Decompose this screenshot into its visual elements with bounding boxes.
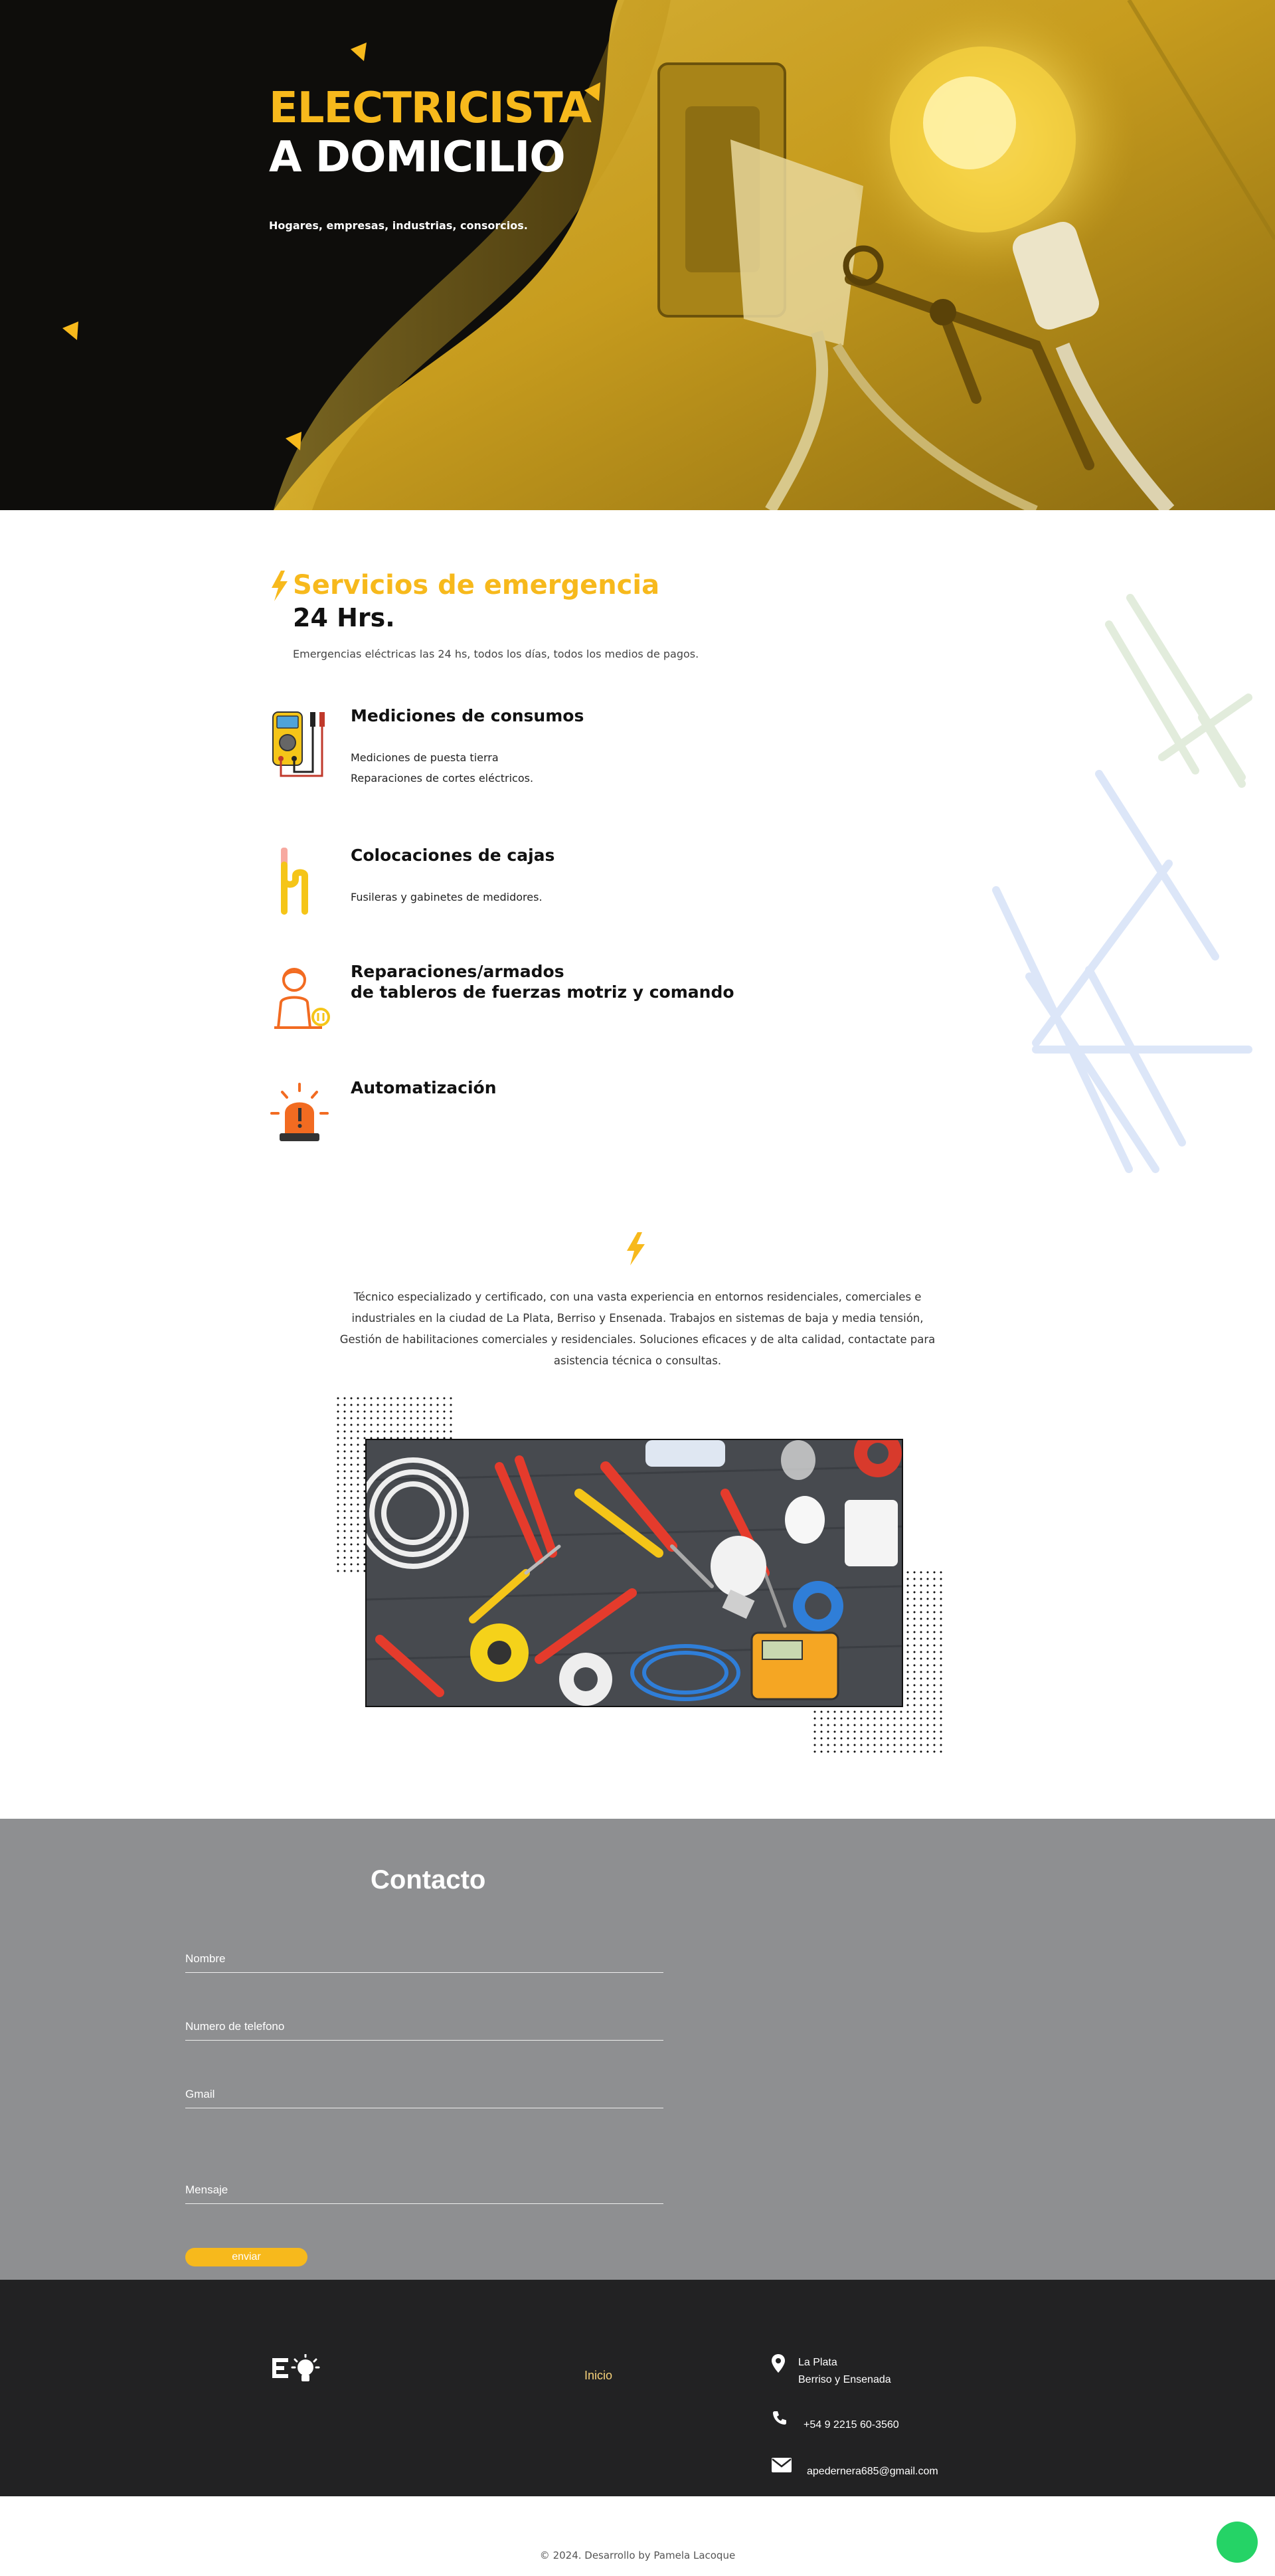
copyright: © 2024. Desarrollo by Pamela Lacoque: [539, 2549, 736, 2561]
electrician-icon: [274, 968, 330, 1029]
about-text: Técnico especializado y certificado, con…: [339, 1291, 936, 1367]
service-title-line: Mediciones de consumos: [351, 706, 584, 725]
service-title: Reparaciones/armados de tableros de fuer…: [351, 961, 734, 1002]
service-details: Fusileras y gabinetes de medidores.: [351, 887, 543, 907]
gmail-input[interactable]: [185, 2082, 663, 2107]
service-title: Colocaciones de cajas: [351, 845, 554, 866]
phone-number[interactable]: +54 9 2215 60-3560: [804, 2417, 899, 2434]
name-input[interactable]: [185, 1946, 663, 1972]
nav-link-inicio[interactable]: Inicio: [584, 2369, 612, 2383]
electrical-tools-image: [365, 1439, 903, 1707]
message-input[interactable]: [185, 2177, 663, 2203]
decorative-lines: [992, 594, 1252, 1173]
services-title: Servicios de emergencia: [293, 570, 660, 600]
contact-section: Contacto enviar: [0, 1819, 1275, 2280]
lightning-bolt-icon: [272, 571, 288, 601]
phone-icon: [773, 2411, 786, 2425]
hero-title-line2: A DOMICILIO: [269, 133, 566, 182]
service-detail-line: Fusileras y gabinetes de medidores.: [351, 891, 543, 903]
contact-title: Contacto: [371, 1865, 486, 1894]
location-pin-icon: [772, 2354, 785, 2373]
service-detail-line: Reparaciones de cortes eléctricos.: [351, 772, 534, 784]
hero-subtitle: Hogares, empresas, industrias, consorcio…: [269, 219, 528, 232]
location-line2: Berriso y Ensenada: [798, 2374, 891, 2385]
alarm-light-icon: [270, 1083, 329, 1141]
service-title-line: Automatización: [351, 1078, 497, 1097]
service-item-mediciones: Mediciones de consumos Mediciones de pue…: [269, 705, 800, 798]
multimeter-icon: [272, 711, 325, 777]
hero-banner: ELECTRICISTA A DOMICILIO Hogares, empres…: [0, 0, 1275, 510]
service-title-line: Reparaciones/armados: [351, 962, 564, 981]
hero-title-line1: ELECTRICISTA: [269, 84, 592, 133]
footer: Inicio La Plata Berriso y Ensenada +54 9…: [0, 2280, 1275, 2496]
email-address[interactable]: apedernera685@gmail.com: [807, 2463, 938, 2480]
phone-field: [185, 2014, 663, 2041]
service-title-line: Colocaciones de cajas: [351, 846, 555, 865]
service-item-automatizacion: Automatización: [269, 1077, 800, 1170]
envelope-icon: [772, 2458, 792, 2472]
send-button[interactable]: enviar: [185, 2248, 307, 2266]
name-field: [185, 1946, 663, 1973]
logo-lightbulb-icon[interactable]: [271, 2354, 321, 2385]
service-title: Automatización: [351, 1077, 497, 1098]
gmail-field: [185, 2082, 663, 2108]
services-description: Emergencias eléctricas las 24 hs, todos …: [293, 648, 699, 660]
service-detail-line: Mediciones de puesta tierra: [351, 751, 499, 764]
location-line1: La Plata: [798, 2357, 837, 2368]
hero-lightbulb-image: [0, 0, 1275, 510]
tools-illustration: [367, 1440, 902, 1706]
cable-icon: [281, 848, 308, 915]
service-item-tableros: Reparaciones/armados de tableros de fuer…: [269, 961, 800, 1054]
service-details: Mediciones de puesta tierra Reparaciones…: [351, 747, 533, 788]
service-title: Mediciones de consumos: [351, 705, 584, 726]
phone-input[interactable]: [185, 2014, 663, 2039]
service-title-line: de tableros de fuerzas motriz y comando: [351, 982, 734, 1002]
lightning-bolt-icon: [627, 1232, 645, 1265]
service-item-cajas: Colocaciones de cajas Fusileras y gabine…: [269, 845, 800, 938]
hero-title: ELECTRICISTA A DOMICILIO: [269, 84, 592, 182]
whatsapp-chat-button[interactable]: [1217, 2522, 1258, 2563]
message-field: [185, 2177, 663, 2204]
services-hours: 24 Hrs.: [293, 603, 395, 632]
